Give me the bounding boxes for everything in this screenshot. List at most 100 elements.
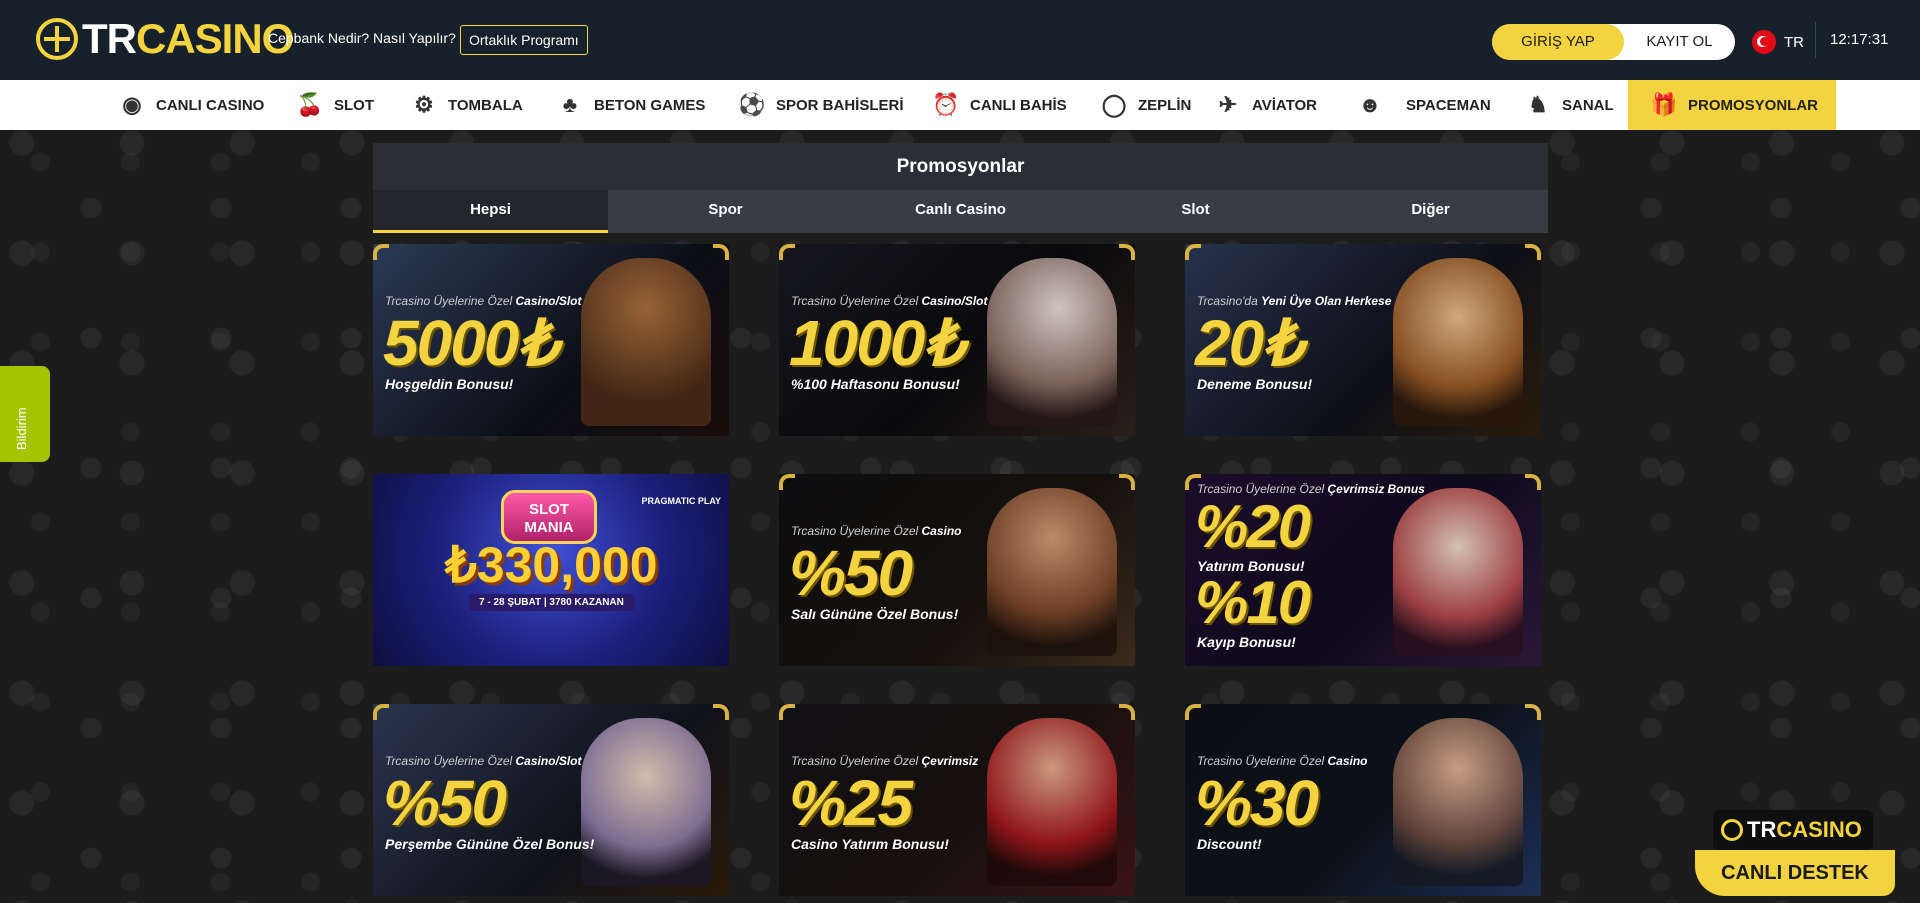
corner-decoration — [1525, 704, 1541, 720]
nav-label: CANLI BAHİS — [970, 96, 1067, 114]
notification-label: Bildirim — [14, 407, 29, 450]
promo-character-image — [1393, 258, 1523, 426]
promo-category: Çevrimsiz Bonus — [1327, 482, 1425, 496]
corner-decoration — [713, 704, 729, 720]
promo-description: Perşembe Gününe Özel Bonus! — [385, 836, 595, 852]
promo-description: Deneme Bonusu! — [1197, 376, 1313, 392]
roulette-wheel-icon — [36, 18, 78, 60]
nav-label: TOMBALA — [448, 96, 523, 114]
promo-card-thursday[interactable]: Trcasino Üyelerine Özel Casino/Slot %50 … — [373, 704, 729, 896]
promo-character-image — [581, 258, 711, 426]
nav-item-spor-bahisleri[interactable]: ⚽ SPOR BAHİSLERİ — [738, 80, 904, 130]
promo-description: Salı Gününe Özel Bonus! — [791, 606, 959, 622]
promo-card-tuesday[interactable]: Trcasino Üyelerine Özel Casino %50 Salı … — [779, 474, 1135, 666]
promo-description: %100 Haftasonu Bonusu! — [791, 376, 960, 392]
header-divider — [1815, 22, 1816, 58]
nav-item-canli-casino[interactable]: ◉ CANLI CASINO — [118, 80, 264, 130]
promo-character-image — [1393, 718, 1523, 886]
corner-decoration — [1119, 244, 1135, 260]
casino-chip-icon: ◉ — [122, 92, 142, 117]
promo-category: Casino — [921, 524, 962, 538]
promo-amount: %30 — [1195, 767, 1319, 839]
cepbank-link[interactable]: Cepbank Nedir? Nasıl Yapılır? — [268, 30, 456, 46]
promo-description: Hoşgeldin Bonusu! — [385, 376, 514, 392]
language-selector[interactable]: TR — [1752, 30, 1804, 54]
roulette-wheel-icon — [1721, 819, 1743, 841]
nav-label: SPOR BAHİSLERİ — [776, 96, 904, 114]
promo-description: Discount! — [1197, 836, 1262, 852]
cherry-icon: 🍒 — [296, 92, 324, 117]
cards-icon: ♣ — [562, 92, 578, 117]
nav-label: SPACEMAN — [1406, 96, 1491, 114]
live-support-widget[interactable]: TRCASINO CANLI DESTEK — [1695, 810, 1895, 903]
tab-slot[interactable]: Slot — [1078, 190, 1313, 233]
nav-item-spaceman[interactable]: ☻ SPACEMAN — [1356, 80, 1491, 130]
logo-text-tr: TR — [82, 15, 137, 62]
promo-card-deposit-loss[interactable]: Trcasino Üyelerine Özel Çevrimsiz Bonus … — [1185, 474, 1541, 666]
nav-item-slot[interactable]: 🍒 SLOT — [296, 80, 374, 130]
promo-category: Casino — [1327, 754, 1368, 768]
promo-amount: %50 — [383, 767, 507, 839]
promo-description: Casino Yatırım Bonusu! — [791, 836, 949, 852]
promo-amount: 20₺ — [1195, 307, 1303, 379]
page-title: Promosyonlar — [373, 143, 1548, 190]
promo-card-weekend[interactable]: Trcasino Üyelerine Özel Casino/Slot 1000… — [779, 244, 1135, 436]
promo-amount: 1000₺ — [789, 307, 964, 379]
corner-decoration — [779, 704, 795, 720]
promo-card-discount[interactable]: Trcasino Üyelerine Özel Casino %30 Disco… — [1185, 704, 1541, 896]
nav-label: ZEPLİN — [1138, 96, 1192, 114]
promo-character-image — [1393, 488, 1523, 656]
corner-decoration — [1525, 474, 1541, 490]
corner-decoration — [779, 474, 795, 490]
promo-description-2: Kayıp Bonusu! — [1197, 634, 1296, 650]
slot-mania-word-1: SLOT — [529, 501, 569, 518]
promo-dates: 7 - 28 ŞUBAT | 3780 KAZANAN — [469, 594, 634, 611]
promo-card-slot-mania[interactable]: PRAGMATIC PLAY SLOT MANIA ₺330,000 7 - 2… — [373, 474, 729, 666]
corner-decoration — [373, 244, 389, 260]
nav-item-beton-games[interactable]: ♣ BETON GAMES — [556, 80, 706, 130]
promo-card-no-wager[interactable]: Trcasino Üyelerine Özel Çevrimsiz %25 Ca… — [779, 704, 1135, 896]
clock: 12:17:31 — [1830, 31, 1889, 48]
nav-label: BETON GAMES — [594, 96, 706, 114]
top-header: TRCASINO Cepbank Nedir? Nasıl Yapılır? O… — [0, 0, 1920, 80]
affiliate-program-button[interactable]: Ortaklık Programı — [460, 25, 588, 55]
nav-label: PROMOSYONLAR — [1688, 96, 1819, 114]
nav-item-aviator[interactable]: ✈ AVİATOR — [1214, 80, 1317, 130]
tombala-icon: ⚙ — [414, 92, 434, 117]
soccer-ball-icon: ⚽ — [738, 92, 766, 117]
nav-item-tombala[interactable]: ⚙ TOMBALA — [410, 80, 523, 130]
live-support-button[interactable]: CANLI DESTEK — [1695, 850, 1895, 896]
nav-item-canli-bahis[interactable]: ⏰ CANLI BAHİS — [932, 80, 1067, 130]
astronaut-icon: ☻ — [1358, 92, 1382, 117]
promo-character-image — [987, 488, 1117, 656]
corner-decoration — [713, 244, 729, 260]
login-button[interactable]: GİRİŞ YAP — [1492, 24, 1624, 60]
promo-character-image — [987, 718, 1117, 886]
alarm-clock-icon: ⏰ — [932, 92, 960, 117]
pragmatic-play-logo: PRAGMATIC PLAY — [641, 496, 721, 506]
support-logo-casino: CASINO — [1776, 817, 1862, 842]
nav-item-promosyonlar[interactable]: 🎁 PROMOSYONLAR — [1628, 80, 1837, 130]
notification-side-tab[interactable]: Bildirim — [0, 366, 50, 462]
slot-mania-word-2: MANIA — [524, 519, 574, 536]
tab-canli-casino[interactable]: Canlı Casino — [843, 190, 1078, 233]
promo-card-trial[interactable]: Trcasino'da Yeni Üye Olan Herkese 20₺ De… — [1185, 244, 1541, 436]
nav-item-sanal[interactable]: ♞ SANAL — [1524, 80, 1614, 130]
promo-card-welcome[interactable]: Trcasino Üyelerine Özel Casino/Slot 5000… — [373, 244, 729, 436]
promo-amount: %20 — [1195, 493, 1311, 560]
promo-character-image — [987, 258, 1117, 426]
tab-spor[interactable]: Spor — [608, 190, 843, 233]
nav-item-zeplin[interactable]: ◯ ZEPLİN — [1100, 80, 1192, 130]
nav-label: SANAL — [1562, 96, 1614, 114]
tab-diger[interactable]: Diğer — [1313, 190, 1548, 233]
site-logo[interactable]: TRCASINO — [36, 15, 294, 62]
promo-amount: 5000₺ — [383, 307, 558, 379]
promo-category: Casino/Slot — [515, 754, 582, 768]
register-button[interactable]: KAYIT OL — [1624, 24, 1735, 60]
promo-amount: %25 — [789, 767, 913, 839]
tab-hepsi[interactable]: Hepsi — [373, 190, 608, 233]
airplane-icon: ✈ — [1218, 92, 1238, 117]
corner-decoration — [373, 704, 389, 720]
promo-category: Çevrimsiz — [921, 754, 979, 768]
corner-decoration — [779, 244, 795, 260]
